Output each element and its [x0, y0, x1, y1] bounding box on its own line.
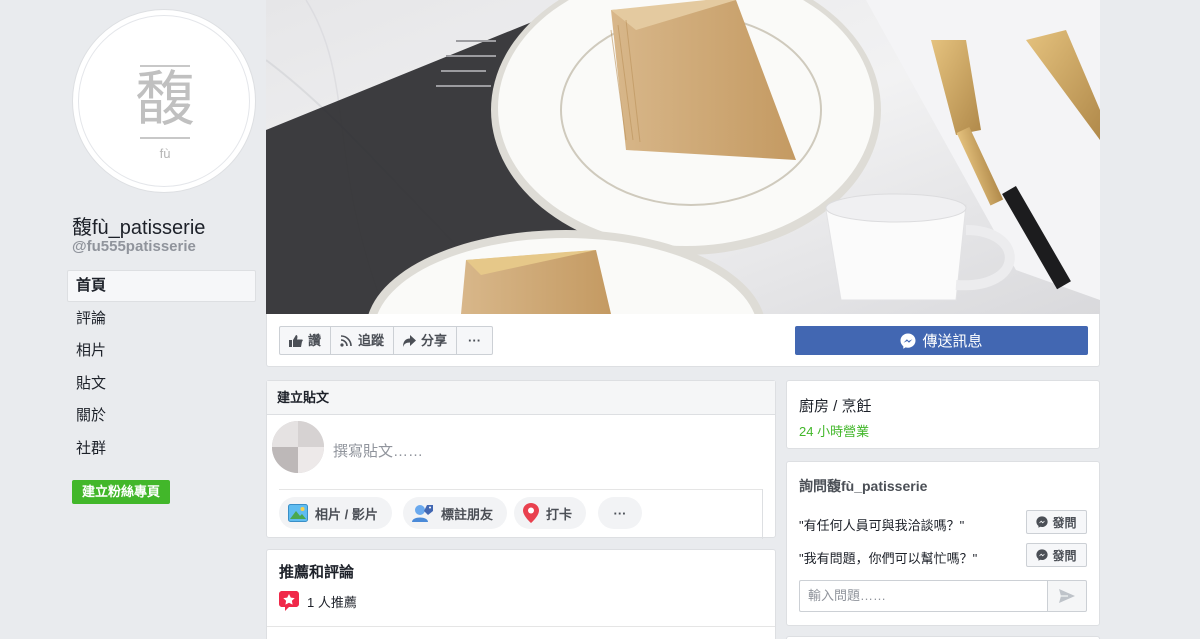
default-avatar-icon	[272, 421, 324, 473]
question-input[interactable]: 輸入問題……	[799, 580, 1048, 612]
create-post-card: 建立貼文 撰寫貼文…… 相片 / 影片 標註朋友 打卡 ···	[266, 380, 776, 539]
messenger-icon	[900, 333, 916, 349]
page-name[interactable]: 馥fù_patisserie	[72, 211, 205, 240]
tag-friends-icon	[412, 505, 433, 522]
logo-glyph: 馥	[135, 65, 195, 135]
send-icon	[1059, 589, 1075, 603]
page-handle[interactable]: @fu555patisserie	[72, 238, 196, 255]
page-profile-picture[interactable]: 馥 fù	[72, 9, 256, 193]
create-post-title: 建立貼文	[267, 381, 775, 415]
nav-item-community[interactable]: 社群	[67, 433, 256, 465]
check-in-label: 打卡	[546, 506, 573, 522]
like-button[interactable]: 讚	[280, 327, 332, 354]
page-category[interactable]: 廚房 / 烹飪	[799, 395, 872, 416]
follow-button[interactable]: 追蹤	[331, 327, 395, 354]
post-composer-input[interactable]: 撰寫貼文……	[333, 440, 423, 461]
photo-video-label: 相片 / 影片	[315, 506, 378, 522]
nav-item-posts[interactable]: 貼文	[67, 368, 256, 400]
logo-subtext: fù	[159, 146, 171, 161]
messenger-icon	[1036, 549, 1049, 561]
photo-icon	[288, 504, 308, 522]
page-nav: 首頁 評論 相片 貼文 關於 社群	[67, 270, 256, 465]
suggested-question: "有任何人員可與我洽談嗎？"	[799, 518, 965, 533]
left-column: 馥 fù 馥fù_patisserie @fu555patisserie 首頁 …	[0, 0, 266, 639]
composer-divider	[279, 489, 763, 490]
tag-friends-label: 標註朋友	[441, 506, 494, 522]
rss-follow-icon	[340, 334, 352, 347]
check-in-button[interactable]: 打卡	[514, 497, 587, 529]
reviews-card: 推薦和評論 1 人推薦	[266, 549, 776, 639]
send-message-label: 傳送訊息	[922, 333, 983, 350]
location-pin-icon	[523, 503, 539, 523]
create-fan-page-button[interactable]: 建立粉絲專頁	[72, 480, 171, 504]
user-avatar	[272, 421, 324, 473]
opening-hours: 24 小時營業	[799, 424, 870, 439]
like-label: 讚	[308, 333, 322, 348]
cover-photo-image	[266, 0, 1100, 314]
send-question-button[interactable]	[1047, 580, 1087, 612]
photo-video-button[interactable]: 相片 / 影片	[279, 497, 392, 529]
ask-question-button[interactable]: 發問	[1026, 543, 1087, 567]
more-options-button[interactable]: ···	[457, 327, 492, 354]
logo-bottom-line	[140, 137, 190, 139]
thumbs-up-icon	[289, 334, 303, 347]
share-label: 分享	[421, 333, 448, 348]
share-button[interactable]: 分享	[394, 327, 458, 354]
action-button-group: 讚 追蹤 分享 ···	[279, 326, 494, 355]
ask-button-label: 發問	[1052, 515, 1077, 530]
nav-item-reviews[interactable]: 評論	[67, 303, 256, 335]
composer-scroll-edge	[762, 489, 763, 539]
nav-item-photos[interactable]: 相片	[67, 335, 256, 367]
reviews-divider	[267, 626, 775, 627]
suggested-question: "我有問題，你們可以幫忙嗎？"	[799, 551, 978, 566]
nav-item-about[interactable]: 關於	[67, 400, 256, 432]
tag-friends-button[interactable]: 標註朋友	[403, 497, 508, 529]
share-arrow-icon	[403, 334, 417, 347]
category-card: 廚房 / 烹飪 24 小時營業	[786, 380, 1100, 449]
cover-photo[interactable]	[266, 0, 1100, 314]
page-actions-bar: 讚 追蹤 分享 ··· 傳送訊息	[266, 314, 1100, 367]
composer-more-button[interactable]: ···	[598, 497, 642, 529]
more-dots-icon: ···	[613, 505, 627, 521]
follow-label: 追蹤	[358, 333, 385, 348]
ask-page-title: 詢問馥fù_patisserie	[799, 478, 928, 494]
ask-page-card: 詢問馥fù_patisserie "有任何人員可與我洽談嗎？" 發問 "我有問題…	[786, 461, 1100, 626]
reviews-title: 推薦和評論	[279, 564, 355, 581]
recommendation-count-text: 1 人推薦	[307, 594, 357, 610]
nav-item-home[interactable]: 首頁	[67, 270, 256, 302]
messenger-icon	[1036, 516, 1049, 528]
recommendation-star-icon	[279, 591, 299, 611]
more-dots-icon: ···	[468, 333, 482, 348]
recommendation-count[interactable]: 1 人推薦	[279, 591, 357, 611]
send-message-button[interactable]: 傳送訊息	[795, 326, 1088, 355]
ask-button-label: 發問	[1052, 548, 1077, 563]
logo: 馥 fù	[78, 15, 250, 187]
ask-question-button[interactable]: 發問	[1026, 510, 1087, 534]
